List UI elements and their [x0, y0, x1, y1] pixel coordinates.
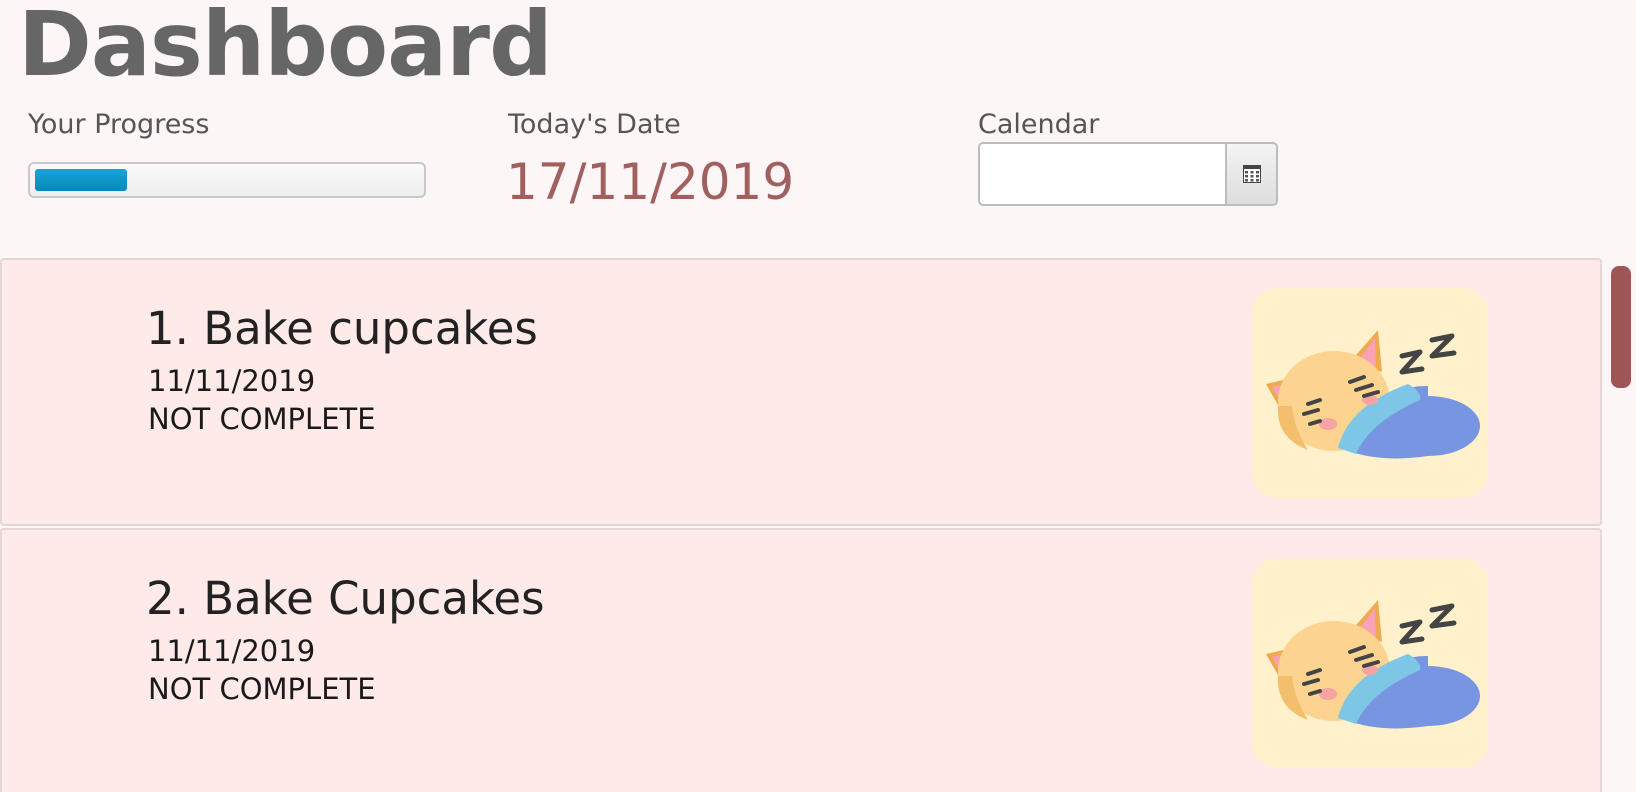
task-card[interactable]: 2. Bake Cupcakes 11/11/2019 NOT COMPLETE	[0, 528, 1602, 792]
calendar-date-input[interactable]	[978, 142, 1225, 206]
task-image	[1252, 288, 1488, 498]
dashboard-window: Dashboard Your Progress Today's Date 17/…	[0, 0, 1636, 792]
task-date: 11/11/2019	[148, 364, 316, 398]
calendar-picker-button[interactable]	[1225, 142, 1278, 206]
calendar-grid-icon	[1242, 165, 1261, 183]
calendar-label: Calendar	[978, 109, 1100, 140]
task-status: NOT COMPLETE	[148, 672, 376, 706]
progress-bar	[28, 162, 426, 198]
progress-label: Your Progress	[28, 109, 210, 140]
sleeping-cat-icon	[1266, 330, 1480, 459]
task-date: 11/11/2019	[148, 634, 316, 668]
task-title: 1. Bake cupcakes	[146, 302, 538, 355]
progress-fill	[35, 169, 127, 191]
task-status: NOT COMPLETE	[148, 402, 376, 436]
task-card[interactable]: 1. Bake cupcakes 11/11/2019 NOT COMPLETE	[0, 258, 1602, 526]
today-date-label: Today's Date	[508, 109, 681, 140]
scrollbar-thumb[interactable]	[1611, 266, 1631, 388]
today-date-value: 17/11/2019	[506, 153, 795, 211]
sleeping-cat-icon	[1266, 600, 1480, 729]
task-image	[1252, 558, 1488, 768]
task-list[interactable]: 1. Bake cupcakes 11/11/2019 NOT COMPLETE	[0, 256, 1604, 792]
page-title: Dashboard	[18, 0, 553, 96]
task-title: 2. Bake Cupcakes	[146, 572, 545, 625]
